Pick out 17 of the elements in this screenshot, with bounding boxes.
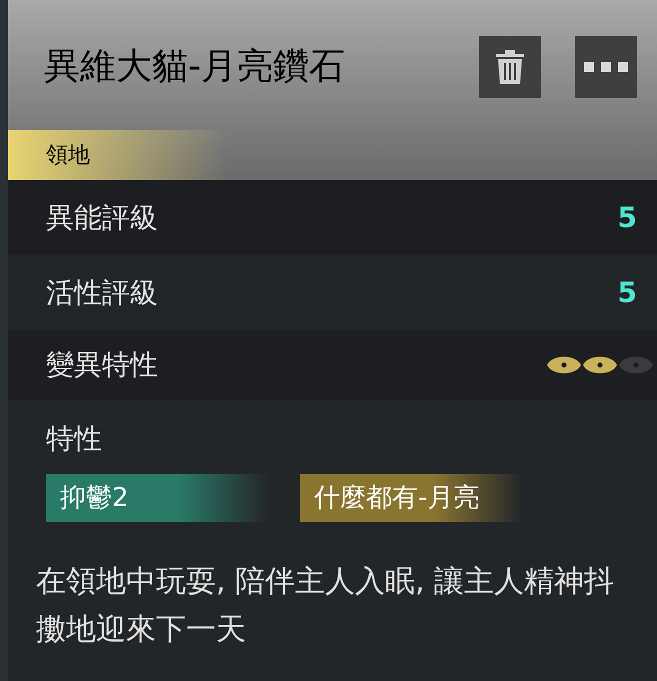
window-title: 異維大貓-月亮鑽石 — [44, 45, 346, 89]
trash-icon — [495, 49, 525, 85]
rating-value: 5 — [618, 274, 637, 310]
eye-icon — [619, 355, 653, 375]
ellipsis-icon — [584, 61, 628, 73]
eye-icon — [547, 355, 581, 375]
eye-icon — [583, 355, 617, 375]
more-button[interactable] — [575, 36, 637, 98]
mutation-label: 變異特性 — [46, 347, 159, 383]
delete-button[interactable] — [479, 36, 541, 98]
description-text: 在領地中玩耍, 陪伴主人入眠, 讓主人精神抖擻地迎來下一天 — [36, 563, 616, 649]
rating-label: 活性評級 — [46, 274, 159, 310]
rating-label: 異能評級 — [46, 200, 159, 236]
rating-value: 5 — [618, 200, 637, 236]
trait-tag: 抑鬱2 — [46, 474, 268, 522]
trait-tag: 什麼都有-月亮 — [300, 474, 522, 522]
traits-label: 特性 — [46, 421, 103, 457]
